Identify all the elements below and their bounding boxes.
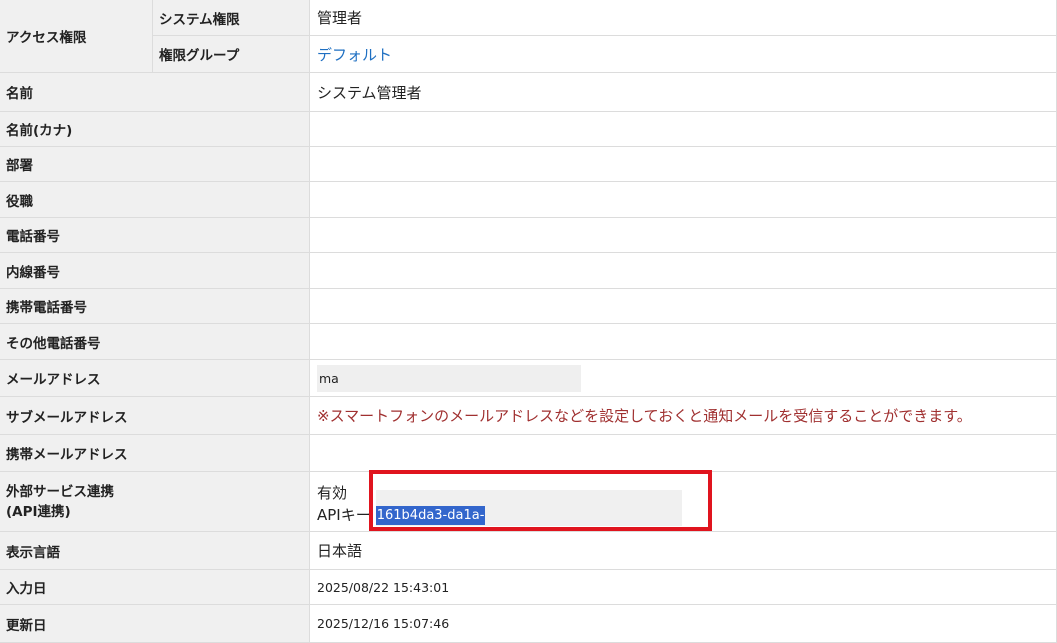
other-phone-label: その他電話番号 (0, 324, 310, 360)
language-value: 日本語 (310, 532, 1057, 570)
sub-email-label: サブメールアドレス (0, 397, 310, 435)
name-value: システム管理者 (310, 73, 1057, 112)
created-date-label: 入力日 (0, 570, 310, 605)
system-role-value: 管理者 (310, 0, 1057, 36)
role-group-cell: デフォルト (310, 36, 1057, 73)
updated-date-value: 2025/12/16 15:07:46 (310, 605, 1057, 643)
mobile-email-value (310, 435, 1057, 472)
department-label: 部署 (0, 147, 310, 182)
mobile-phone-label: 携帯電話番号 (0, 289, 310, 324)
phone-value (310, 218, 1057, 253)
email-value: ma (317, 364, 581, 392)
updated-date-label: 更新日 (0, 605, 310, 643)
api-key-value[interactable]: 161b4da3-da1a- (375, 506, 486, 525)
mobile-email-label: 携帯メールアドレス (0, 435, 310, 472)
access-permission-label: アクセス権限 (0, 0, 153, 73)
created-date-value: 2025/08/22 15:43:01 (310, 570, 1057, 605)
position-label: 役職 (0, 182, 310, 218)
position-value (310, 182, 1057, 218)
external-service-label: 外部サービス連携 (API連携) (0, 472, 310, 532)
name-label: 名前 (0, 73, 310, 112)
language-label: 表示言語 (0, 532, 310, 570)
system-role-label: システム権限 (153, 0, 310, 36)
external-service-cell: 有効 APIキー 161b4da3-da1a- (310, 472, 1057, 532)
role-group-link[interactable]: デフォルト (317, 44, 392, 65)
external-status-value: 有効 (317, 483, 348, 502)
phone-label: 電話番号 (0, 218, 310, 253)
sub-email-notice: ※スマートフォンのメールアドレスなどを設定しておくと通知メールを受信することがで… (310, 397, 1057, 435)
external-service-label-line1: 外部サービス連携 (6, 483, 114, 500)
email-cell: ma (310, 360, 1057, 397)
role-group-label: 権限グループ (153, 36, 310, 73)
extension-label: 内線番号 (0, 253, 310, 289)
api-key-line: APIキー 161b4da3-da1a- (317, 490, 1056, 526)
extension-value (310, 253, 1057, 289)
other-phone-value (310, 324, 1057, 360)
api-key-field[interactable]: 161b4da3-da1a- (371, 490, 687, 526)
user-detail-table: アクセス権限 システム権限 管理者 権限グループ デフォルト 名前 システム管理… (0, 0, 1057, 643)
email-label: メールアドレス (0, 360, 310, 397)
api-key-label: APIキー (317, 505, 371, 524)
mobile-phone-value (310, 289, 1057, 324)
department-value (310, 147, 1057, 182)
external-service-label-line2: (API連携) (6, 503, 71, 520)
name-kana-value (310, 112, 1057, 147)
name-kana-label: 名前(カナ) (0, 112, 310, 147)
